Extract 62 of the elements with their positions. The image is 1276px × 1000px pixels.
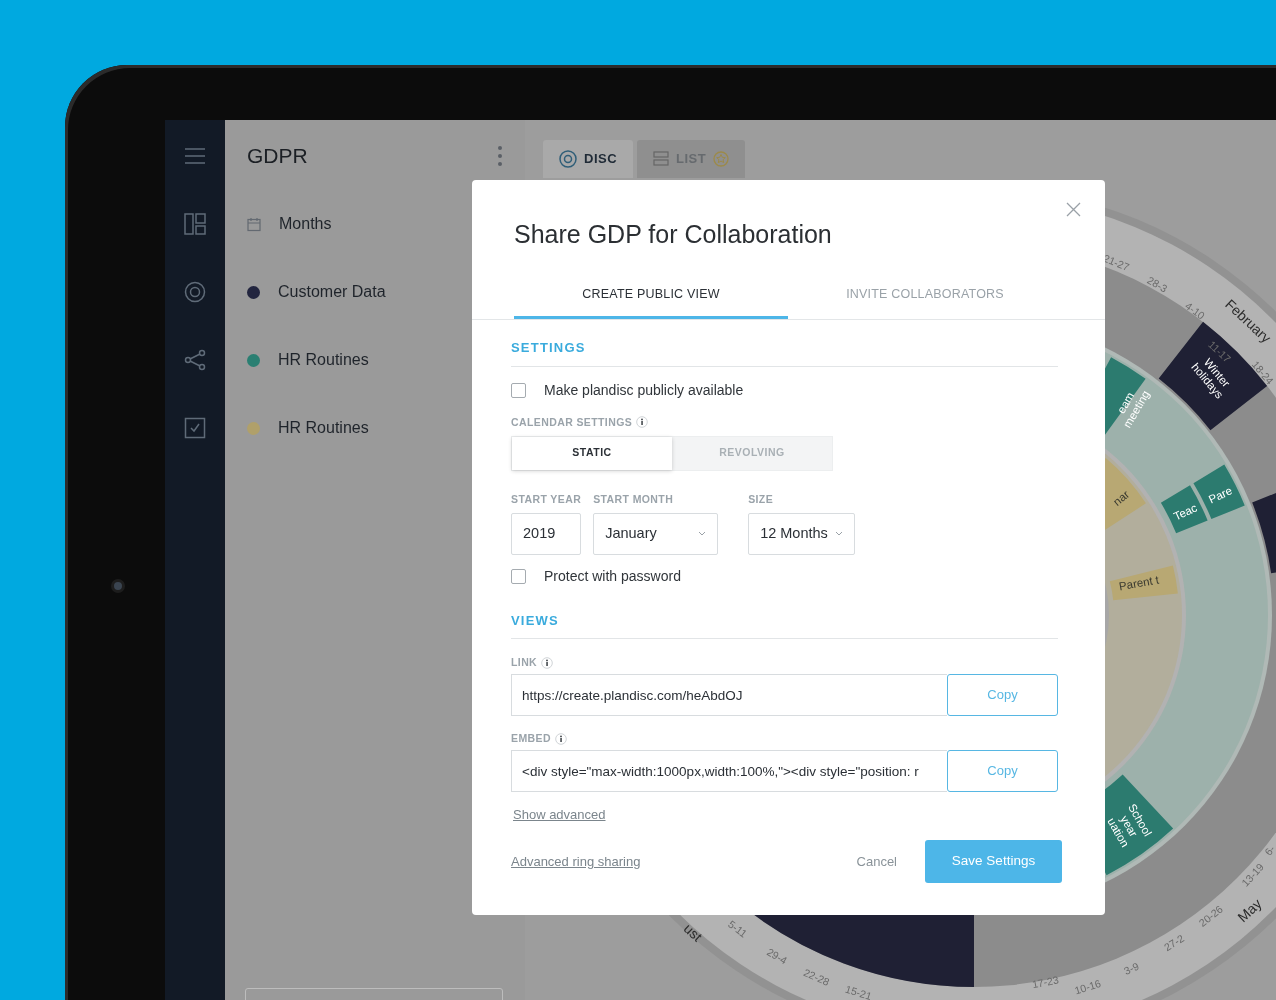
checkbox-icon[interactable] <box>184 417 206 439</box>
checkbox-label: Make plandisc publicly available <box>544 380 744 400</box>
info-icon[interactable] <box>554 732 567 745</box>
week-label: 15-21 <box>844 982 874 1000</box>
field-label: EMBED <box>511 731 551 746</box>
show-advanced-link[interactable]: Show advanced <box>513 807 606 822</box>
checkbox-label: Protect with password <box>544 566 681 586</box>
week-label: 27-2 <box>1161 931 1186 954</box>
list-icon <box>653 150 670 168</box>
dialog-title: Share GDP for Collaboration <box>514 219 832 250</box>
week-label: 22-28 <box>801 966 832 988</box>
cancel-button[interactable]: Cancel <box>850 850 903 873</box>
week-label: 28-3 <box>1145 273 1170 295</box>
list-title: GDPR <box>247 143 308 169</box>
star-badge-icon <box>713 151 730 167</box>
week-label: 10-16 <box>1073 977 1103 997</box>
dropdown[interactable]: January <box>593 512 719 555</box>
menu-icon[interactable] <box>184 145 206 167</box>
advanced-sharing-link[interactable]: Advanced ring sharing <box>511 851 641 872</box>
info-icon[interactable] <box>636 416 649 429</box>
week-label: 3-9 <box>1121 959 1141 977</box>
week-label: 6- <box>1261 842 1276 858</box>
input-field[interactable]: <div style="max-width:1000px,width:100%,"><div style="position: r <box>511 750 947 792</box>
event-label: Teac <box>1171 501 1199 523</box>
info-icon[interactable] <box>541 656 554 669</box>
list-item[interactable]: Customer Data <box>278 280 386 304</box>
dialog-tab[interactable]: CREATE PUBLIC VIEW <box>514 272 788 319</box>
month-label: May <box>1234 895 1265 926</box>
list-item[interactable]: HR Routines <box>278 348 369 372</box>
dropdown[interactable]: 12 Months <box>748 512 856 555</box>
share-icon[interactable] <box>184 349 206 371</box>
field-label: START YEAR <box>511 491 582 507</box>
field-label: CALENDAR SETTINGS <box>511 414 633 430</box>
caret-icon <box>698 531 707 536</box>
input-field[interactable]: 2019 <box>511 512 581 555</box>
section-heading: SETTINGS <box>511 320 1058 367</box>
month-label: ust <box>680 920 706 945</box>
view-tab[interactable]: DISC <box>543 140 634 178</box>
list-item[interactable]: Months <box>279 212 332 236</box>
camera-icon <box>111 579 125 593</box>
checkbox[interactable] <box>511 568 526 584</box>
section-heading: VIEWS <box>511 586 1058 639</box>
caret-icon <box>835 531 844 536</box>
calendar-icon <box>247 216 261 232</box>
week-label: 4-10 <box>1183 299 1208 322</box>
field-label: START MONTH <box>593 491 674 507</box>
target-icon <box>559 150 577 168</box>
field-label: LINK <box>511 655 538 670</box>
mode-option[interactable]: STATIC <box>512 436 672 470</box>
week-label: 17-23 <box>1030 973 1060 991</box>
event-label: Parent t <box>1118 573 1160 593</box>
list-item[interactable]: HR Routines <box>278 416 369 440</box>
close-button[interactable] <box>1064 200 1083 219</box>
field-label: SIZE <box>748 491 774 507</box>
dashboard-icon[interactable] <box>184 213 206 235</box>
event-label: Pare <box>1206 484 1234 506</box>
input-field[interactable]: https://create.plandisc.com/heAbdOJ <box>511 674 947 716</box>
event-label: nar <box>1110 488 1132 508</box>
target-icon[interactable] <box>184 281 206 303</box>
week-label: 29-4 <box>765 945 790 967</box>
checkbox[interactable] <box>511 382 526 398</box>
more-icon[interactable] <box>497 145 503 167</box>
